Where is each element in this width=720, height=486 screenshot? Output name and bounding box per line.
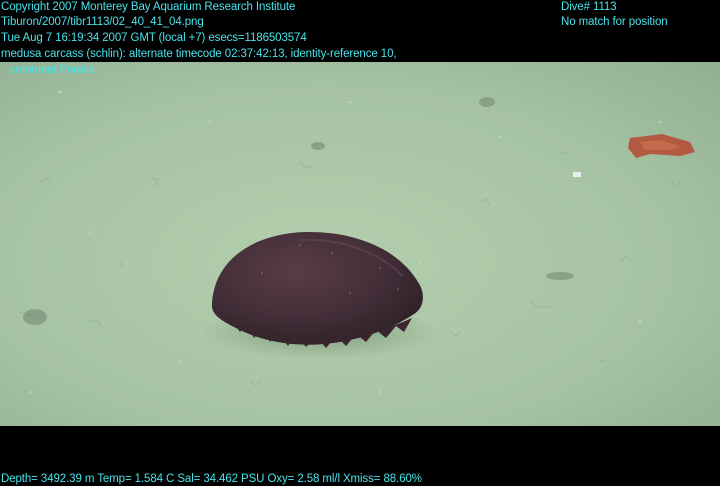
annotation-line-2: comment Poralia: [10, 64, 95, 76]
dive-number: Dive# 1113: [561, 1, 617, 13]
position-status: No match for position: [561, 16, 668, 28]
sensor-readout: Depth= 3492.39 m Temp= 1.584 C Sal= 34.4…: [1, 473, 422, 485]
seafloor-image: [0, 62, 720, 426]
white-fragment: [573, 172, 581, 177]
timestamp-text: Tue Aug 7 16:19:34 2007 GMT (local +7) e…: [1, 32, 307, 44]
file-path-text: Tiburon/2007/tibr1113/02_40_41_04.png: [1, 16, 204, 28]
copyright-text: Copyright 2007 Monterey Bay Aquarium Res…: [1, 1, 296, 13]
annotation-line-1: medusa carcass (schlin): alternate timec…: [1, 48, 397, 60]
video-frame: Copyright 2007 Monterey Bay Aquarium Res…: [0, 0, 720, 486]
